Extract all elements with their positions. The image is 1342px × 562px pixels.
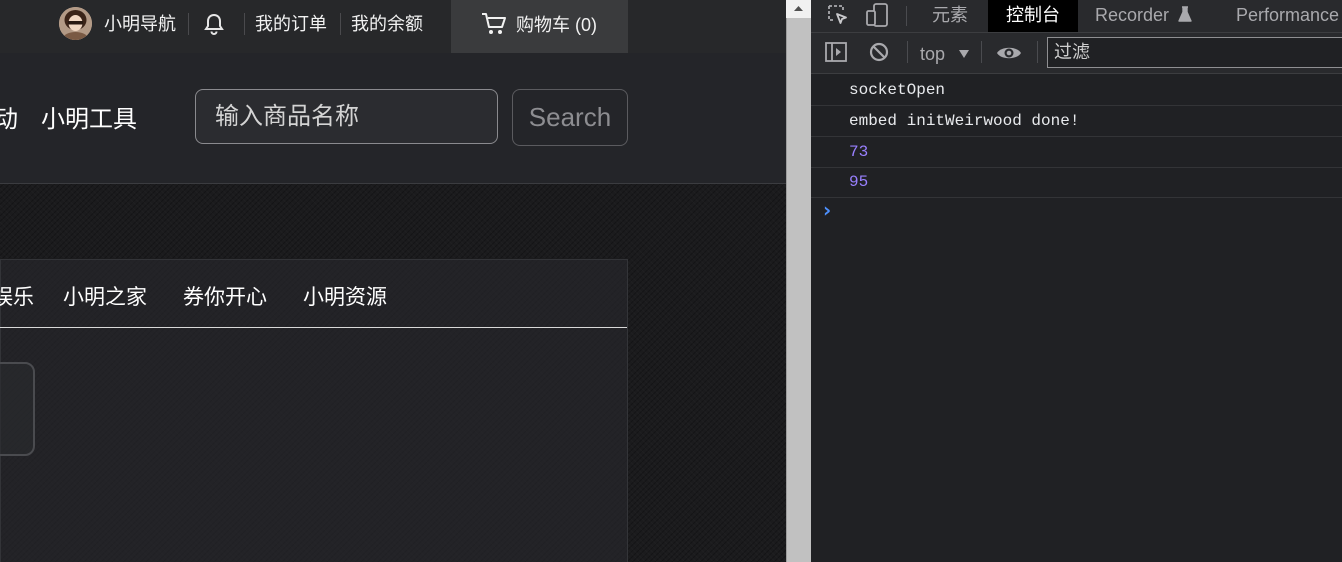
scroll-up-button[interactable] (786, 0, 811, 18)
sidebar-icon[interactable] (825, 42, 847, 62)
divider (981, 41, 982, 63)
log-text: socketOpen (849, 81, 946, 99)
search-input[interactable] (195, 89, 498, 144)
top-nav-link[interactable]: 小明导航 (104, 0, 176, 48)
nav-item-tools[interactable]: 小明工具 (41, 99, 137, 134)
page-scrollbar[interactable] (786, 0, 811, 562)
divider (907, 41, 908, 63)
inspect-icon[interactable] (827, 4, 849, 26)
content-card[interactable] (0, 362, 35, 456)
filter-input[interactable] (1047, 37, 1342, 68)
console-log-row: 73 (811, 137, 1342, 168)
flask-icon (1178, 1, 1192, 22)
my-orders-link[interactable]: 我的订单 (255, 0, 327, 48)
console-log-row: 95 (811, 167, 1342, 198)
divider (1037, 41, 1038, 63)
tab-xiaoming-home[interactable]: 小明之家 (63, 281, 147, 311)
divider (244, 13, 245, 35)
cart-icon (481, 12, 507, 36)
divider (906, 6, 907, 26)
tab-entertainment[interactable]: 娱乐 (0, 281, 34, 311)
tab-divider (0, 327, 627, 328)
console-log-row: socketOpen (811, 75, 1342, 106)
log-number: 95 (849, 173, 869, 191)
divider (340, 13, 341, 35)
devtools-tabbar: 元素 控制台 Recorder Performance (811, 0, 1342, 33)
console-prompt[interactable]: › (823, 198, 831, 222)
tab-console[interactable]: 控制台 (988, 0, 1078, 32)
search-button[interactable]: Search (512, 89, 628, 146)
eye-icon[interactable] (996, 44, 1022, 62)
log-number: 73 (849, 143, 869, 161)
log-text: embed initWeirwood done! (849, 112, 1080, 130)
tab-elements[interactable]: 元素 (932, 0, 968, 32)
console-log-row: embed initWeirwood done! (811, 106, 1342, 137)
context-selector[interactable]: top (920, 33, 970, 73)
cart-button[interactable]: 购物车 (0) (451, 0, 628, 53)
tab-recorder[interactable]: Recorder (1095, 0, 1192, 32)
avatar[interactable] (59, 7, 92, 40)
website-area: 小明导航 我的订单 我的余额 购物车 (0) 动 小明工具 Search 娱乐 … (0, 0, 786, 562)
tab-coupons[interactable]: 券你开心 (183, 281, 267, 311)
context-label: top (920, 44, 946, 64)
cart-label: 购物车 (0) (516, 15, 597, 35)
dropdown-icon (958, 33, 970, 58)
bell-icon[interactable] (204, 13, 224, 35)
tab-recorder-label: Recorder (1095, 5, 1170, 25)
clear-icon[interactable] (869, 42, 889, 62)
tab-performance[interactable]: Performance (1236, 0, 1339, 32)
my-balance-link[interactable]: 我的余额 (351, 0, 423, 48)
tab-resources[interactable]: 小明资源 (303, 281, 387, 311)
divider (188, 13, 189, 35)
nav-item-partial[interactable]: 动 (0, 99, 18, 134)
device-icon[interactable] (866, 3, 890, 27)
devtools-panel: 元素 控制台 Recorder Performance top 过滤 socke… (811, 0, 1342, 562)
top-bar: 小明导航 我的订单 我的余额 购物车 (0) (0, 0, 786, 53)
